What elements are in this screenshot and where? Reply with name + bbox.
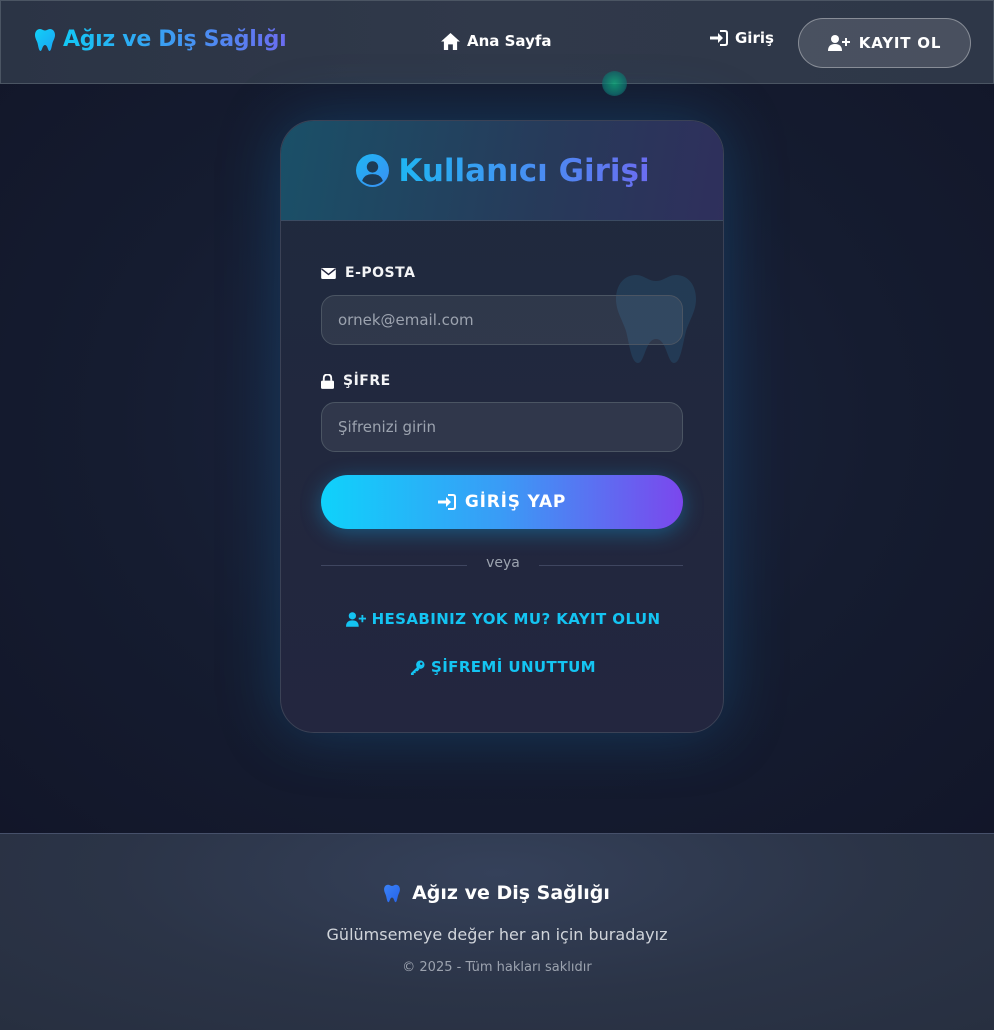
nav-login-link[interactable]: Giriş <box>710 29 774 47</box>
sign-in-icon <box>710 30 728 46</box>
nav-home-label: Ana Sayfa <box>467 32 552 50</box>
tooth-icon <box>384 884 400 903</box>
user-plus-icon <box>345 611 366 627</box>
password-label-text: ŞİFRE <box>343 373 391 389</box>
login-submit-label: GİRİŞ YAP <box>464 492 567 512</box>
page-footer: Ağız ve Diş Sağlığı Gülümsemeye değer he… <box>0 833 994 1030</box>
register-link-label: HESABINIZ YOK MU? KAYIT OLUN <box>371 610 661 628</box>
divider-text: veya <box>486 555 520 571</box>
key-icon <box>410 659 425 675</box>
login-card-header: Kullanıcı Girişi <box>281 121 723 221</box>
login-title: Kullanıcı Girişi <box>398 152 650 189</box>
login-submit-button[interactable]: GİRİŞ YAP <box>321 475 683 529</box>
password-field[interactable] <box>321 402 683 452</box>
brand-logo[interactable]: Ağız ve Diş Sağlığı <box>35 27 287 52</box>
footer-brand-title: Ağız ve Diş Sağlığı <box>412 882 610 904</box>
lock-icon <box>321 373 334 389</box>
forgot-password-link[interactable]: ŞİFREMİ UNUTTUM <box>281 658 723 676</box>
brand-title: Ağız ve Diş Sağlığı <box>63 27 287 52</box>
footer-slogan: Gülümsemeye değer her an için buradayız <box>326 925 668 944</box>
nav-home-link[interactable]: Ana Sayfa <box>441 32 552 50</box>
tooth-icon <box>35 28 55 52</box>
user-plus-icon <box>827 35 850 51</box>
decorative-glow <box>602 71 627 96</box>
sign-in-icon <box>437 494 456 510</box>
email-label-text: E-POSTA <box>345 265 416 281</box>
footer-brand: Ağız ve Diş Sağlığı <box>0 882 994 904</box>
login-card: Kullanıcı Girişi E-POSTA ŞİFRE <box>280 120 724 733</box>
email-label: E-POSTA <box>321 265 415 281</box>
email-field[interactable] <box>321 295 683 345</box>
top-navbar: Ağız ve Diş Sağlığı Ana Sayfa Giriş KAYI… <box>0 0 994 84</box>
nav-login-label: Giriş <box>735 29 774 47</box>
user-circle-icon <box>356 154 390 187</box>
home-icon <box>441 32 460 50</box>
password-label: ŞİFRE <box>321 373 391 389</box>
forgot-password-label: ŞİFREMİ UNUTTUM <box>431 658 596 676</box>
register-button-label: KAYIT OL <box>858 34 942 52</box>
register-button[interactable]: KAYIT OL <box>798 18 971 68</box>
footer-copyright: © 2025 - Tüm hakları saklıdır <box>402 960 592 975</box>
envelope-icon <box>321 267 336 279</box>
register-link[interactable]: HESABINIZ YOK MU? KAYIT OLUN <box>281 610 723 628</box>
